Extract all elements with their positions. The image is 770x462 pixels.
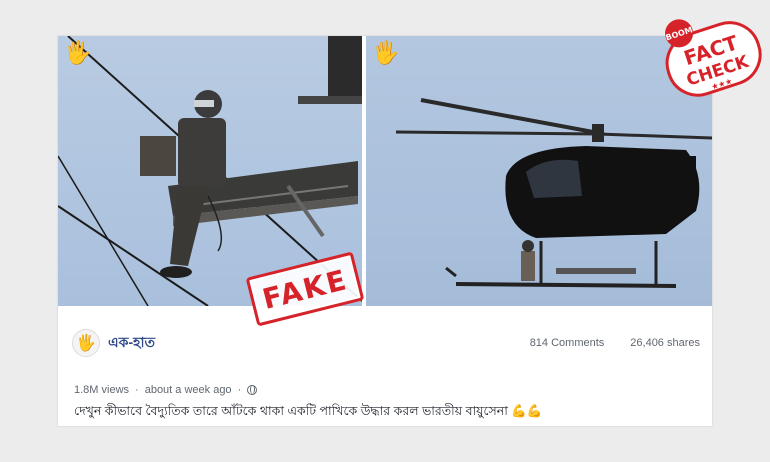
facebook-post-card: 🖐 🖐 🖐 এক-হাত 814 Comments 26,406 shares …: [58, 36, 712, 426]
post-meta: 1.8M views · about a week ago ·: [74, 384, 258, 396]
post-timestamp[interactable]: about a week ago: [145, 384, 232, 396]
video-thumbnail[interactable]: 🖐 🖐: [58, 36, 712, 306]
shares-count[interactable]: 26,406 shares: [630, 337, 700, 349]
hand-logo-icon: 🖐: [76, 335, 96, 352]
hand-logo-icon: 🖐: [372, 40, 400, 65]
page-name-link[interactable]: এক-হাত: [108, 331, 155, 355]
views-count: 1.8M views: [74, 384, 130, 396]
fact-check-stamp: BOOM FACT CHECK ★★★: [665, 19, 762, 97]
page-avatar[interactable]: 🖐: [72, 329, 100, 357]
meta-separator: ·: [237, 384, 242, 396]
comments-count[interactable]: 814 Comments: [530, 337, 605, 349]
engagement-stats: 814 Comments 26,406 shares: [530, 337, 700, 349]
globe-icon: [247, 385, 258, 395]
post-header: 🖐 এক-হাত 814 Comments 26,406 shares: [72, 328, 700, 358]
hand-logo-icon: 🖐: [64, 40, 92, 65]
post-caption: দেখুন কীভাবে বৈদ্যুতিক তারে আঁটকে থাকা এ…: [74, 404, 543, 418]
meta-separator: ·: [135, 384, 139, 396]
